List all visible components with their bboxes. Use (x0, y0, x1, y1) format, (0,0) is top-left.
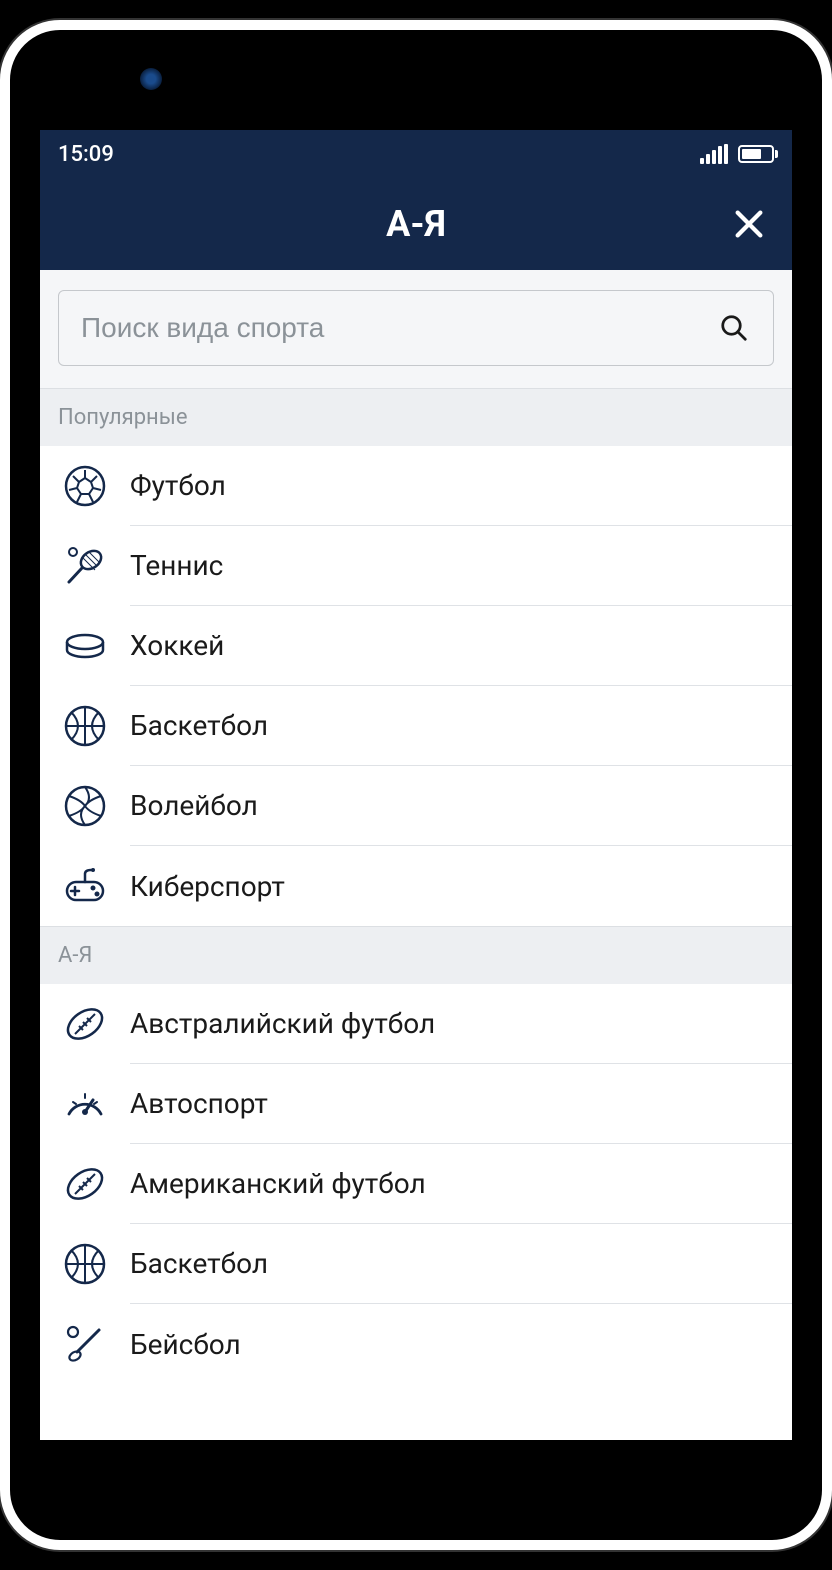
tennis-icon (40, 544, 130, 588)
list-item[interactable]: Хоккей (40, 606, 792, 686)
status-right (700, 144, 774, 164)
list-item[interactable]: Теннис (40, 526, 792, 606)
list-item[interactable]: Бейсбол (40, 1304, 792, 1384)
list-item-label: Автоспорт (130, 1064, 792, 1144)
list-item[interactable]: Автоспорт (40, 1064, 792, 1144)
status-time: 15:09 (58, 142, 114, 167)
baseball-icon (40, 1322, 130, 1366)
list-item[interactable]: Австралийский футбол (40, 984, 792, 1064)
status-bar: 15:09 (40, 130, 792, 178)
list-item-label: Американский футбол (130, 1144, 792, 1224)
list-item[interactable]: Баскетбол (40, 1224, 792, 1304)
list-item-label: Бейсбол (130, 1304, 792, 1384)
list-item-label: Теннис (130, 526, 792, 606)
list-item-label: Футбол (130, 446, 792, 526)
close-button[interactable] (730, 205, 768, 243)
section-header-az: А-Я (40, 926, 792, 984)
list-item-label: Волейбол (130, 766, 792, 846)
search-icon (717, 311, 751, 345)
section-header-popular: Популярные (40, 388, 792, 446)
signal-icon (700, 144, 728, 164)
aussie-football-icon (40, 1002, 130, 1046)
close-icon (732, 207, 766, 241)
soccer-icon (40, 464, 130, 508)
search-input[interactable] (81, 312, 717, 344)
list-item[interactable]: Американский футбол (40, 1144, 792, 1224)
list-item-label: Киберспорт (130, 846, 792, 926)
phone-frame: 15:09 А-Я (0, 20, 832, 1550)
battery-icon (738, 145, 774, 163)
header: А-Я (40, 178, 792, 270)
list-item[interactable]: Баскетбол (40, 686, 792, 766)
side-button-power (826, 434, 832, 504)
american-football-icon (40, 1162, 130, 1206)
list-item[interactable]: Киберспорт (40, 846, 792, 926)
list-item[interactable]: Футбол (40, 446, 792, 526)
list-item-label: Баскетбол (130, 686, 792, 766)
list-item-label: Хоккей (130, 606, 792, 686)
volleyball-icon (40, 784, 130, 828)
page-title: А-Я (386, 203, 446, 245)
side-button-volume (826, 600, 832, 760)
hockey-icon (40, 624, 130, 668)
motorsport-icon (40, 1082, 130, 1126)
list-item-label: Баскетбол (130, 1224, 792, 1304)
list-az: Австралийский футбол Автоспорт Американс… (40, 984, 792, 1384)
list-popular: Футбол Теннис Хоккей Баскетбол (40, 446, 792, 926)
esports-icon (40, 864, 130, 908)
search-area (40, 270, 792, 388)
basketball-icon (40, 704, 130, 748)
list-item-label: Австралийский футбол (130, 984, 792, 1064)
list-item[interactable]: Волейбол (40, 766, 792, 846)
basketball-icon (40, 1242, 130, 1286)
search-box[interactable] (58, 290, 774, 366)
screen: 15:09 А-Я (40, 130, 792, 1440)
